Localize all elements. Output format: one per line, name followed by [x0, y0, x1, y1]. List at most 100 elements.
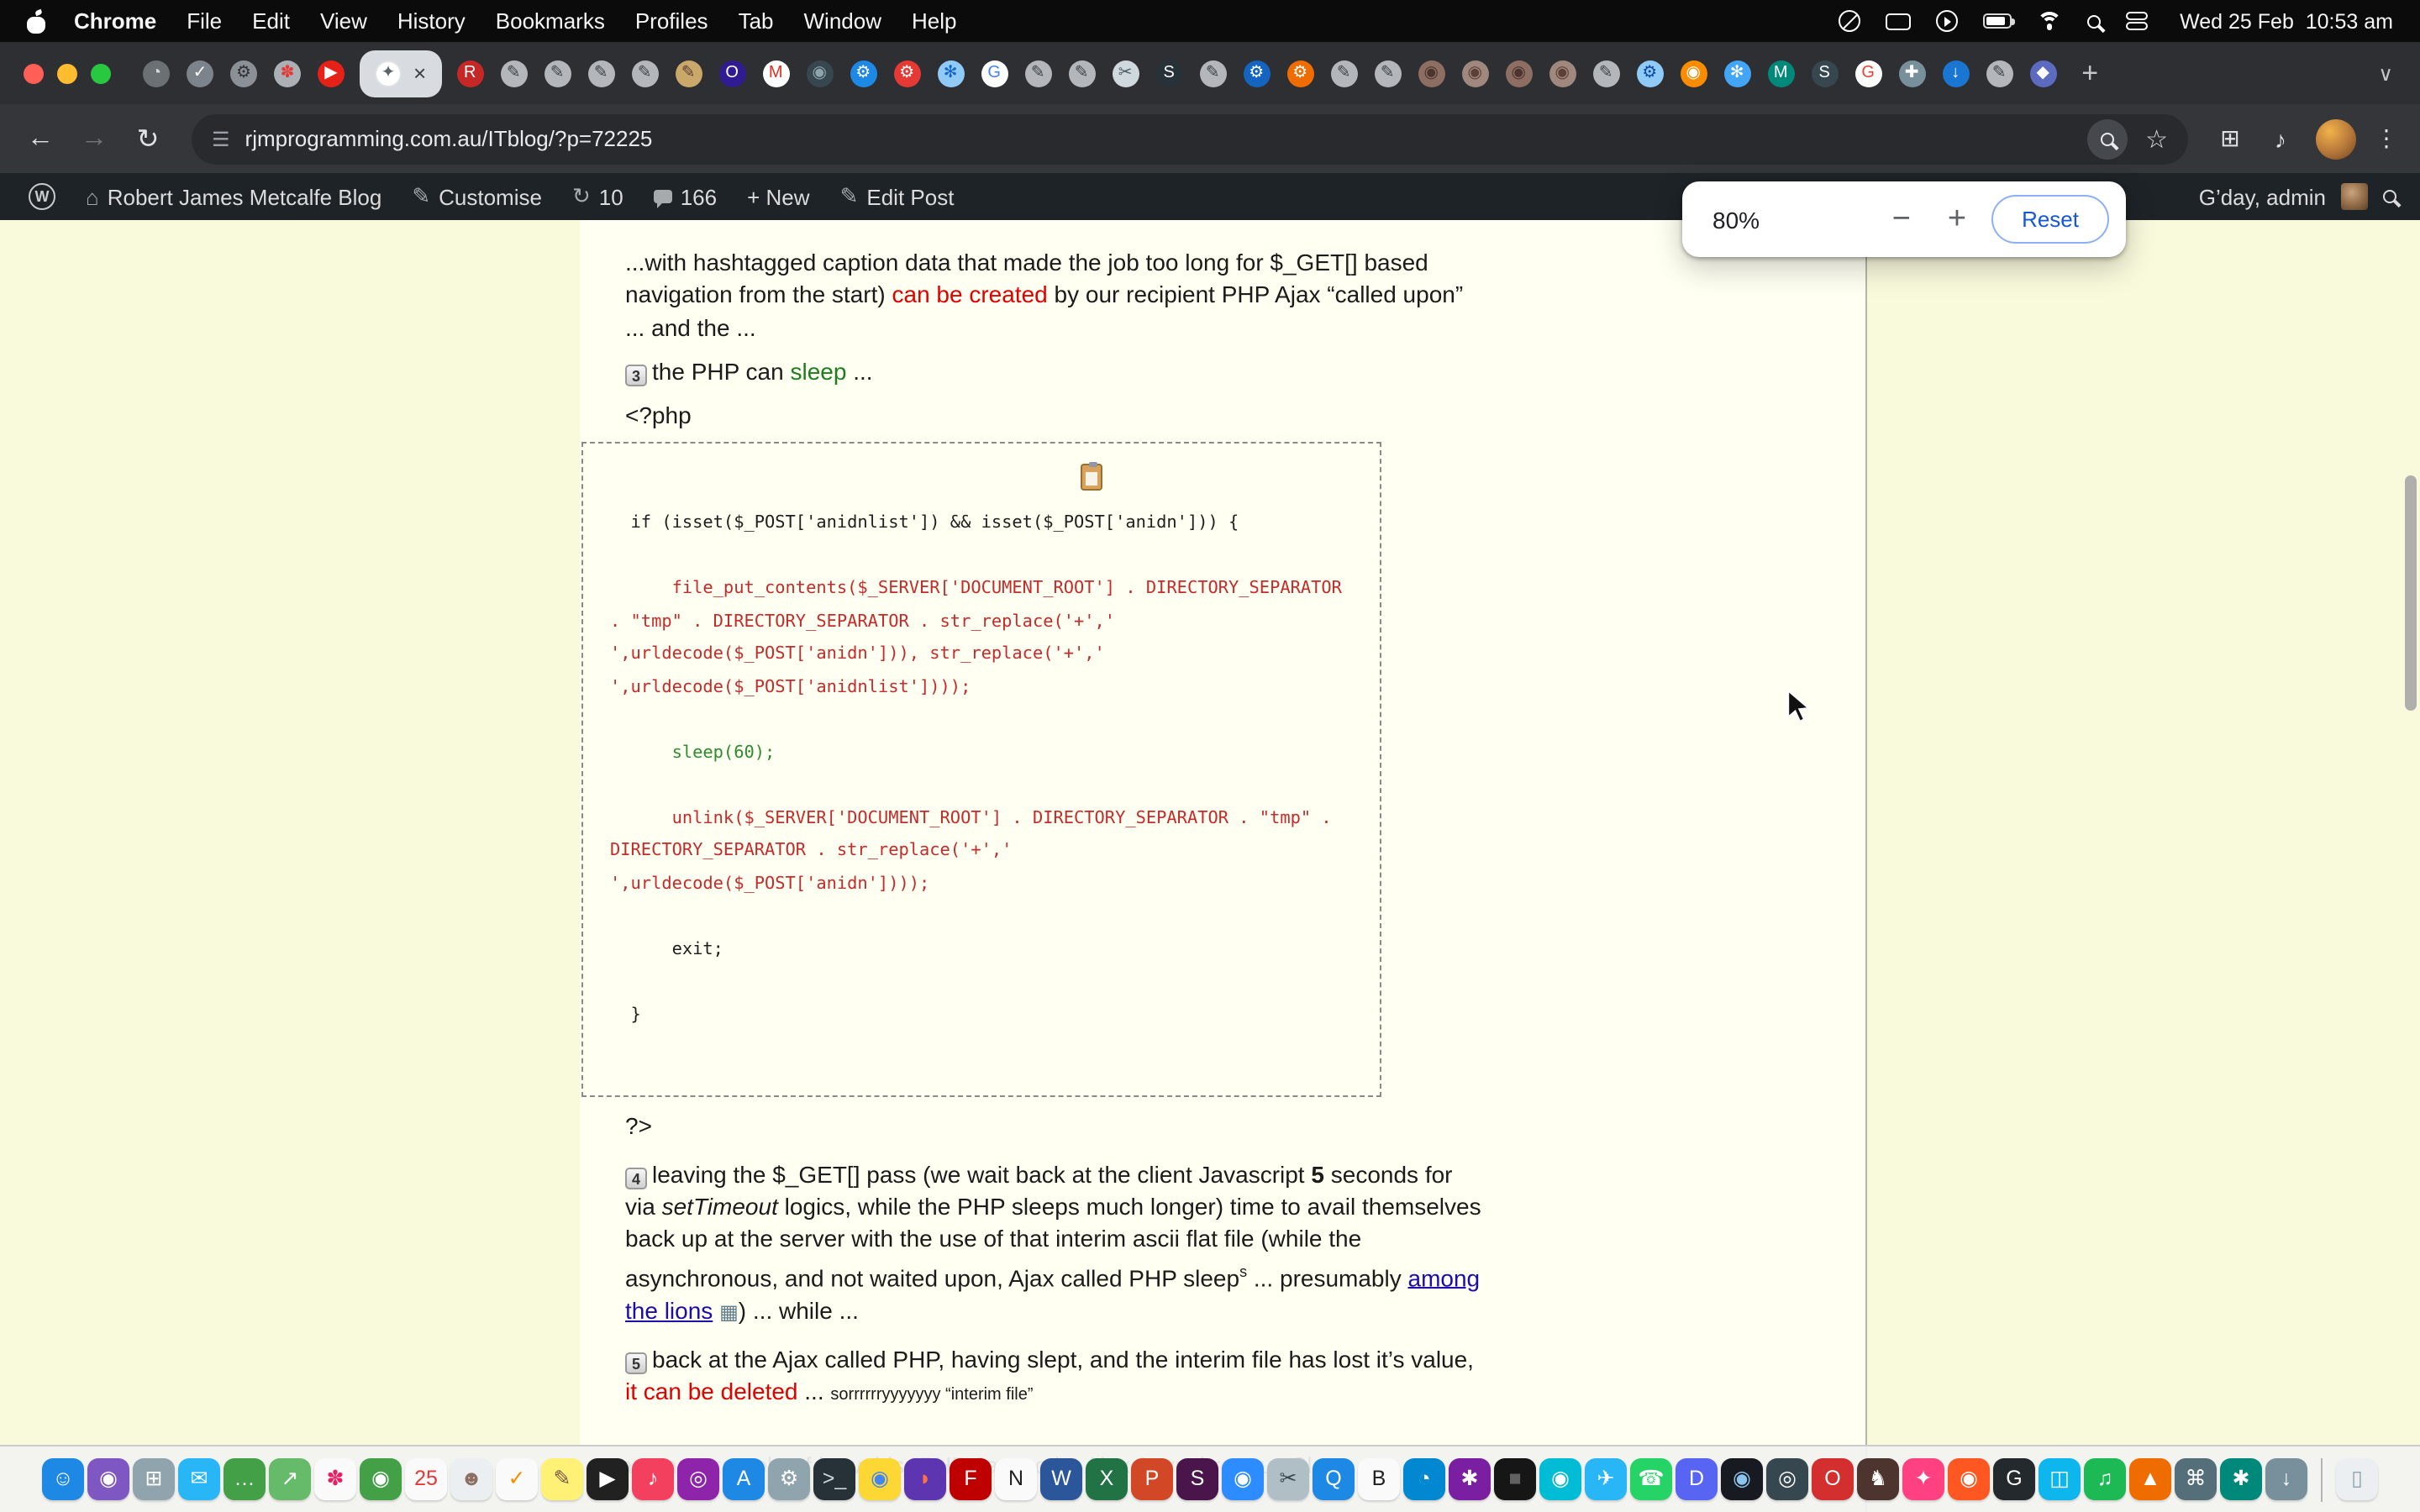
menu-item[interactable]: Tab: [739, 8, 774, 34]
browser-tab[interactable]: ✎: [1016, 60, 1060, 87]
dock-app-icon[interactable]: ✓: [496, 1458, 538, 1500]
dock-app-icon[interactable]: ◉: [1948, 1458, 1990, 1500]
browser-tab[interactable]: S: [1147, 60, 1191, 87]
address-bar[interactable]: ☰ rjmprogramming.com.au/ITblog/?p=72225 …: [192, 113, 2188, 164]
browser-tab[interactable]: ✎: [666, 60, 710, 87]
dock-app-icon[interactable]: …: [224, 1458, 266, 1500]
browser-tab[interactable]: ✎: [1584, 60, 1628, 87]
zoom-in-button[interactable]: +: [1929, 201, 1985, 238]
browser-tab[interactable]: ✎: [579, 60, 623, 87]
dock-app-icon[interactable]: ■: [1494, 1458, 1536, 1500]
dock-app-icon[interactable]: ◎: [677, 1458, 719, 1500]
dock-app-icon[interactable]: P: [1131, 1458, 1173, 1500]
admin-avatar[interactable]: [2341, 183, 2368, 210]
browser-tab[interactable]: G: [1846, 60, 1890, 87]
dock-app-icon[interactable]: ✎: [541, 1458, 583, 1500]
keyboard-icon[interactable]: [1886, 13, 1911, 29]
browser-tab[interactable]: ✎: [492, 60, 535, 87]
browser-tab[interactable]: ✎: [1060, 60, 1103, 87]
browser-tab[interactable]: M: [754, 60, 797, 87]
browser-tab[interactable]: ✎: [1365, 60, 1409, 87]
edit-post-menu[interactable]: ✎ Edit Post: [825, 173, 970, 220]
browser-tab[interactable]: ▶: [309, 60, 353, 87]
battery-icon[interactable]: [1983, 14, 2012, 29]
profile-avatar[interactable]: [2316, 118, 2356, 159]
comments-menu[interactable]: 166: [639, 173, 732, 220]
site-name-menu[interactable]: ⌂ Robert James Metcalfe Blog: [71, 173, 397, 220]
browser-tab[interactable]: ✎: [1977, 60, 2021, 87]
browser-tab[interactable]: ✽: [266, 60, 309, 87]
customise-menu[interactable]: ✎ Customise: [397, 173, 557, 220]
wp-logo-menu[interactable]: W: [13, 173, 71, 220]
dock-app-icon[interactable]: ✱: [2220, 1458, 2262, 1500]
browser-tab[interactable]: ◉: [1453, 60, 1497, 87]
dock-app-icon[interactable]: ✈: [1585, 1458, 1627, 1500]
dock-app-icon[interactable]: 25: [405, 1458, 447, 1500]
dock-app-icon[interactable]: ⊞: [133, 1458, 175, 1500]
close-window-button[interactable]: [24, 63, 44, 83]
dock-app-icon[interactable]: ◫: [2039, 1458, 2081, 1500]
wifi-icon[interactable]: [2037, 12, 2062, 30]
dock-app-icon[interactable]: W: [1040, 1458, 1082, 1500]
browser-tab[interactable]: ◉: [1671, 60, 1715, 87]
media-controls-icon[interactable]: ♪: [2259, 125, 2302, 152]
dock-app-icon[interactable]: Q: [1313, 1458, 1355, 1500]
minimize-window-button[interactable]: [57, 63, 77, 83]
dock-app-icon[interactable]: B: [1358, 1458, 1400, 1500]
dock-app-icon[interactable]: ⚙: [768, 1458, 810, 1500]
chrome-menu-icon[interactable]: ⋮: [2370, 124, 2403, 153]
back-button[interactable]: ←: [17, 115, 64, 162]
dock-app-icon[interactable]: ⌘: [2175, 1458, 2217, 1500]
dock-app-icon[interactable]: G: [1993, 1458, 2035, 1500]
browser-tab[interactable]: ◔: [134, 60, 178, 87]
dock-app-icon[interactable]: ◔: [1403, 1458, 1445, 1500]
browser-tab[interactable]: ✚: [1890, 60, 1933, 87]
browser-tab[interactable]: ✻: [1715, 60, 1759, 87]
dock-app-icon[interactable]: ♪: [632, 1458, 674, 1500]
menu-item[interactable]: View: [320, 8, 367, 34]
apple-logo-icon[interactable]: [27, 9, 47, 33]
dock-app-icon[interactable]: ◉: [1222, 1458, 1264, 1500]
menu-item[interactable]: History: [397, 8, 466, 34]
browser-tab[interactable]: ✻: [929, 60, 972, 87]
dock-app-icon[interactable]: ◉: [360, 1458, 402, 1500]
tab-search-chevron-icon[interactable]: ∨: [2378, 61, 2393, 85]
zoom-indicator-button[interactable]: [2086, 118, 2127, 159]
fullscreen-window-button[interactable]: [91, 63, 111, 83]
browser-tab[interactable]: ⚙: [1278, 60, 1322, 87]
forward-button[interactable]: →: [71, 115, 118, 162]
dock-app-icon[interactable]: ☺: [42, 1458, 84, 1500]
dock-app-icon[interactable]: ✽: [314, 1458, 356, 1500]
dock-app-icon[interactable]: D: [1676, 1458, 1718, 1500]
dock-app-icon[interactable]: X: [1086, 1458, 1128, 1500]
dock-app-icon[interactable]: ↗: [269, 1458, 311, 1500]
dock-app-icon[interactable]: A: [723, 1458, 765, 1500]
browser-tab[interactable]: ◉: [1497, 60, 1540, 87]
browser-tab[interactable]: ✎: [1191, 60, 1234, 87]
browser-tab[interactable]: ◉: [1409, 60, 1453, 87]
dock-app-icon[interactable]: ◎: [1766, 1458, 1808, 1500]
active-app-name[interactable]: Chrome: [74, 8, 156, 34]
dock-app-icon[interactable]: ✦: [1902, 1458, 1944, 1500]
dock-app-icon[interactable]: F: [950, 1458, 992, 1500]
browser-tab[interactable]: O: [710, 60, 754, 87]
menu-item[interactable]: Help: [912, 8, 957, 34]
admin-search-icon[interactable]: [2383, 190, 2396, 203]
browser-tab[interactable]: ◉: [1540, 60, 1584, 87]
browser-tab[interactable]: ⚙: [885, 60, 929, 87]
browser-tab[interactable]: ✂: [1103, 60, 1147, 87]
browser-tab[interactable]: ✓: [178, 60, 222, 87]
microphone-muted-icon[interactable]: [1839, 10, 1860, 32]
greeting-text[interactable]: G’day, admin: [2199, 184, 2326, 209]
browser-tab[interactable]: S: [1802, 60, 1846, 87]
browser-tab[interactable]: ⚙: [1628, 60, 1671, 87]
dock-app-icon[interactable]: ☻: [450, 1458, 492, 1500]
bookmark-star-icon[interactable]: ☆: [2145, 123, 2168, 154]
dock-app-icon[interactable]: ☎: [1630, 1458, 1672, 1500]
zoom-out-button[interactable]: −: [1874, 201, 1929, 238]
dock-app-icon[interactable]: S: [1176, 1458, 1218, 1500]
browser-tab[interactable]: ⚙: [1234, 60, 1278, 87]
browser-tab[interactable]: ⚙: [222, 60, 266, 87]
menu-item[interactable]: Window: [804, 8, 882, 34]
new-content-menu[interactable]: + New: [732, 173, 824, 220]
